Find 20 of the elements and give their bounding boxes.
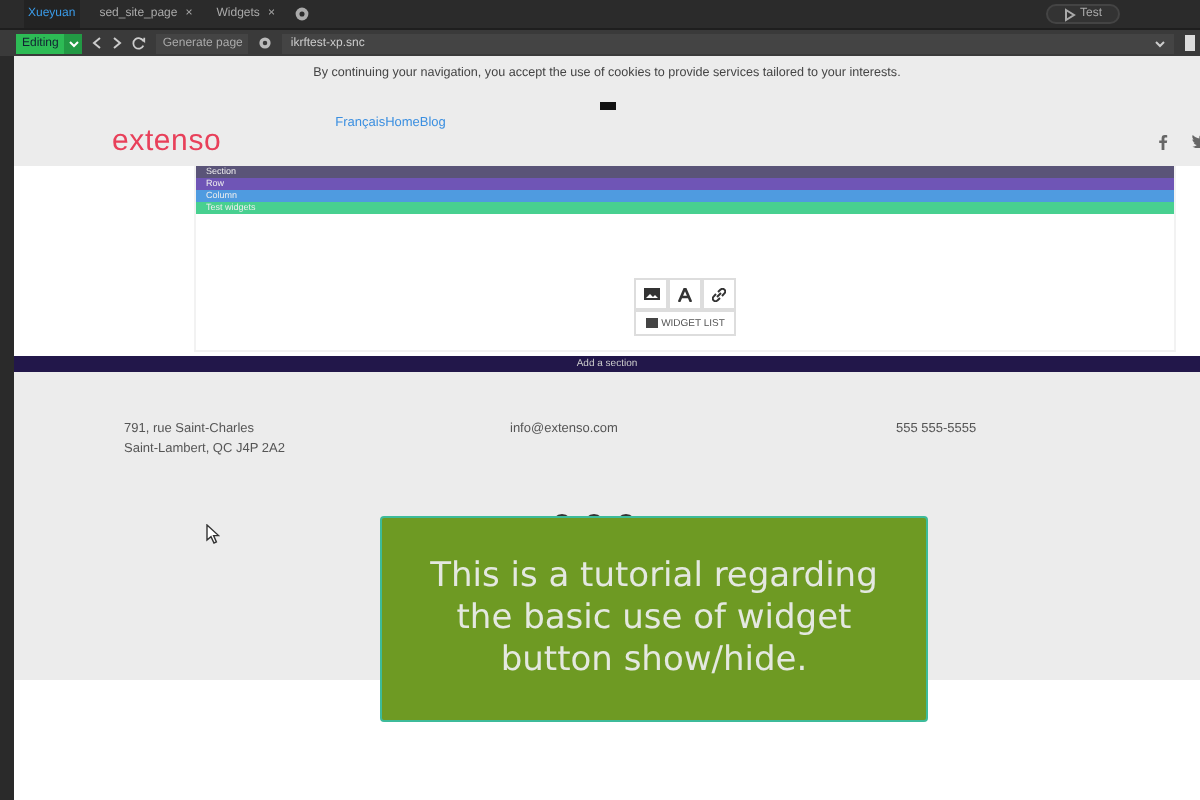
caret-icon (1154, 39, 1166, 47)
refresh-icon[interactable] (132, 36, 147, 50)
letter-icon (678, 287, 692, 301)
logo: extenso (112, 124, 222, 158)
device-icon[interactable] (1184, 34, 1196, 52)
cursor-icon (206, 524, 220, 544)
text-widget-button[interactable] (668, 278, 702, 310)
image-widget-button[interactable] (634, 278, 668, 310)
image-icon (643, 288, 659, 300)
tutorial-tooltip: This is a tutorial regarding the basic use of widget button show/hide. (380, 516, 928, 722)
back-icon[interactable] (92, 36, 103, 50)
settings-icon[interactable] (294, 6, 311, 22)
play-icon (1063, 7, 1076, 21)
forward-icon[interactable] (112, 36, 123, 50)
settings-icon[interactable] (258, 36, 273, 50)
facebook-icon[interactable] (1158, 134, 1168, 150)
link-icon (712, 287, 726, 301)
close-bar-icon[interactable] (599, 102, 615, 110)
caret-icon (67, 39, 80, 47)
link-widget-button[interactable] (702, 278, 736, 310)
